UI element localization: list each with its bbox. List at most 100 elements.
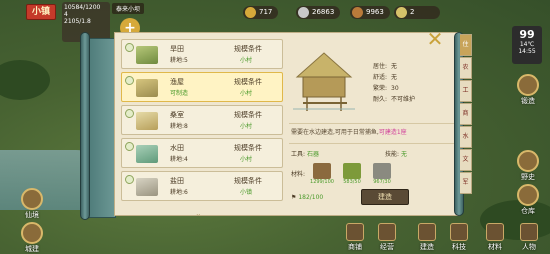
material-count: 1299/100 (310, 179, 334, 185)
tab-category[interactable]: 工 (460, 80, 472, 102)
field-thumbnail (136, 46, 158, 64)
build-icon (21, 222, 43, 244)
resource-value: 9963 (366, 8, 384, 16)
tech-icon (450, 223, 468, 241)
resource-copper: 9963 (350, 6, 390, 19)
item-condition-value: 小村 (240, 156, 253, 163)
weather-value: 99 (519, 28, 535, 41)
salt-field-thumbnail (136, 178, 158, 196)
item-name: 渔屋 (170, 78, 184, 86)
stat-row: 舒适: 无 (373, 72, 415, 83)
tab-category[interactable]: 住 (460, 34, 472, 56)
list-item[interactable]: 盐田 耕地:6 规模条件 小镇 (121, 171, 283, 201)
city-stat: 10584/1200 (64, 4, 101, 11)
material-stone[interactable]: 967/30 (369, 163, 395, 185)
description-highlight: 可建造1座 (378, 129, 407, 136)
divider (289, 143, 455, 144)
immortal-icon (21, 188, 43, 210)
shop-icon (346, 223, 364, 241)
button-label: 城建 (25, 245, 39, 253)
material-bamboo[interactable]: 583/50 (339, 163, 365, 185)
radio-icon[interactable] (125, 109, 134, 118)
scroll-icon (396, 7, 407, 18)
resource-value: 717 (259, 8, 273, 16)
list-item[interactable]: 旱田 耕地:5 规模条件 小村 (121, 39, 283, 69)
warehouse-button[interactable]: 仓库 (512, 184, 544, 216)
tab-category[interactable]: 水 (460, 126, 472, 148)
tab-category[interactable]: 文 (460, 149, 472, 171)
item-condition: 规模条件 (234, 177, 262, 185)
immortal-button[interactable]: 仙境 (16, 188, 48, 220)
radio-icon[interactable] (125, 175, 134, 184)
tech-button[interactable]: 科技 (444, 223, 474, 252)
material-button[interactable]: 材料 (480, 223, 510, 252)
material-icon (486, 223, 504, 241)
item-sub: 耕地:4 (170, 156, 188, 163)
button-label: 建造 (420, 243, 434, 251)
worker-icon: ⚑ (291, 194, 297, 201)
paddy-thumbnail (136, 145, 158, 163)
item-condition-value: 小村 (240, 90, 253, 97)
radio-icon[interactable] (125, 76, 134, 85)
close-icon[interactable]: ✕ (426, 29, 444, 49)
item-condition-value: 小村 (240, 123, 253, 130)
population-icon (298, 7, 309, 18)
stat-value: 30 (391, 85, 399, 92)
manage-button[interactable]: 经营 (372, 223, 402, 252)
stat-row: 居住: 无 (373, 61, 415, 72)
resource-value: 2 (410, 8, 415, 16)
item-condition-value: 小镇 (240, 189, 253, 196)
building-stats: 居住: 无 舒适: 无 繁荣: 30 耐久: 不可维护 (373, 61, 415, 105)
list-item-selected[interactable]: 渔屋 可制造 规模条件 小村 (121, 72, 283, 102)
shop-button[interactable]: 商铺 (340, 223, 370, 252)
chevron-down-icon[interactable]: ⌄ (195, 209, 202, 218)
tree-cluster (0, 60, 50, 100)
material-count: 583/50 (343, 179, 361, 185)
button-label: 材料 (488, 243, 502, 251)
clock: 14:55 (518, 48, 536, 55)
item-sub: 耕地:8 (170, 123, 188, 130)
wood-icon (313, 163, 331, 179)
resource-coin: 717 (243, 6, 279, 19)
forge-button[interactable]: 锻造 (512, 74, 544, 106)
resource-value: 26863 (312, 8, 335, 16)
skill-label: 技能: (385, 151, 400, 158)
radio-icon[interactable] (125, 43, 134, 52)
item-name: 旱田 (170, 45, 184, 53)
temperature: 14℃ (519, 41, 535, 48)
tab-category[interactable]: 商 (460, 103, 472, 125)
list-item[interactable]: 水田 耕地:4 规模条件 小村 (121, 138, 283, 168)
construct-button[interactable]: 建造 (412, 223, 442, 252)
book-icon (517, 150, 539, 172)
button-label: 仙境 (25, 211, 39, 219)
skill-value: 无 (400, 151, 407, 158)
city-build-button[interactable]: 城建 (16, 222, 48, 254)
building-list[interactable]: 旱田 耕地:5 规模条件 小村 渔屋 可制造 规模条件 小村 桑室 耕地:8 规… (121, 39, 283, 218)
material-wood[interactable]: 1299/100 (309, 163, 335, 185)
tab-category[interactable]: 军 (460, 172, 472, 194)
category-tabs[interactable]: 住 农 工 商 水 文 军 (460, 34, 472, 195)
radio-icon[interactable] (125, 142, 134, 151)
weather-widget[interactable]: 99 14℃ 14:55 (512, 26, 542, 64)
anvil-icon (517, 74, 539, 96)
city-level-badge[interactable]: 小镇 (26, 4, 56, 20)
item-condition-value: 小村 (240, 57, 253, 64)
item-sub: 耕地:6 (170, 189, 188, 196)
hut-illustration (293, 52, 355, 111)
item-name: 盐田 (170, 177, 184, 185)
button-label: 商铺 (348, 243, 362, 251)
coin-icon (245, 7, 256, 18)
stat-row: 繁荣: 30 (373, 83, 415, 94)
tab-category[interactable]: 农 (460, 57, 472, 79)
people-button[interactable]: 人物 (514, 223, 544, 252)
history-button[interactable]: 野史 (512, 150, 544, 182)
bamboo-icon (343, 163, 361, 179)
stat-label: 居住: (373, 63, 388, 70)
construct-icon (418, 223, 436, 241)
build-button[interactable]: 建造 (361, 189, 409, 205)
city-stat: 4 (64, 11, 68, 18)
tool-requirement: 工具: 石器 (291, 149, 319, 158)
list-item[interactable]: 桑室 耕地:8 规模条件 小村 (121, 105, 283, 135)
house-thumbnail (136, 112, 158, 130)
description-text: 需要在水边建造,可用于日常捕鱼, (291, 129, 379, 136)
